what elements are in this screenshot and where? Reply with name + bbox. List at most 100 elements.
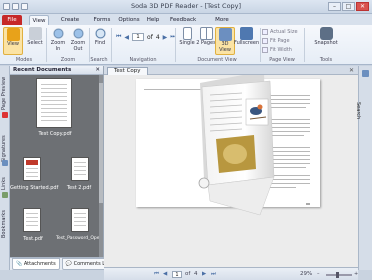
fit-page-button[interactable]: Fit Page: [262, 37, 290, 44]
tab-options[interactable]: Options: [118, 15, 140, 25]
bookmark-icon: [2, 192, 8, 198]
zoom-out-icon: [71, 27, 85, 40]
zoom-in-button[interactable]: Zoom In: [48, 27, 68, 55]
find-icon: [93, 27, 107, 40]
panel-header: Recent Documents ✕: [10, 66, 103, 75]
close-panel-icon[interactable]: ✕: [95, 66, 100, 75]
snapshot-button[interactable]: Snapshot: [313, 27, 339, 55]
document-tab-bar: Test Copy ✕: [104, 66, 358, 75]
text-select-icon: [28, 27, 42, 40]
recent-doc-name[interactable]: Getting Started.pdf: [10, 185, 58, 191]
hand-icon: [6, 28, 20, 41]
group-label-tools: Tools: [319, 57, 333, 63]
3d-view-icon: [218, 28, 232, 41]
recent-doc-name[interactable]: Test.pdf: [10, 236, 56, 242]
bird-head: [257, 104, 263, 110]
fit-width-button[interactable]: Fit Width: [262, 46, 292, 53]
signature-icon: [2, 112, 8, 118]
panel-scrollbar[interactable]: [99, 75, 103, 257]
fullscreen-icon: [239, 27, 253, 40]
tab-signatures[interactable]: Signatures: [0, 112, 10, 166]
single-page-icon: [182, 27, 192, 40]
view-mode-button[interactable]: View: [3, 27, 23, 55]
tab-forms[interactable]: Forms: [92, 15, 112, 25]
prev-page-icon[interactable]: ◀: [124, 34, 129, 41]
tab-feedback[interactable]: Feedback: [170, 15, 196, 25]
left-panel-bottom-tabs: 📎 Attachments 💬 Comments List: [10, 257, 116, 270]
tab-bookmarks[interactable]: Bookmarks: [0, 192, 10, 242]
two-pages-button[interactable]: 2 Pages: [196, 27, 216, 55]
recent-doc-thumbnail[interactable]: [23, 208, 41, 232]
group-separator: [260, 28, 261, 62]
window-controls: – □ ✕: [328, 2, 369, 11]
search-icon[interactable]: [362, 70, 369, 77]
actual-size-button[interactable]: Actual Size: [262, 28, 298, 35]
group-label-modes: Modes: [15, 57, 33, 63]
recent-doc-thumbnail[interactable]: [36, 78, 72, 128]
minimize-button[interactable]: –: [328, 2, 341, 11]
first-page-icon[interactable]: ⏮: [154, 271, 159, 278]
recent-doc-name[interactable]: Test Copy.pdf: [20, 131, 90, 137]
zoom-slider-thumb[interactable]: [336, 272, 339, 278]
group-label-document-view: Document View: [197, 57, 237, 63]
recent-doc-name[interactable]: Test_Password_Open File: [56, 236, 111, 241]
ribbon-tabs: File View Create PDF Forms Options Help …: [0, 14, 372, 33]
page-number-input[interactable]: 1: [132, 33, 145, 41]
right-side-tabs: Search: [355, 66, 372, 270]
first-page-icon[interactable]: ⏮: [116, 33, 121, 41]
fullscreen-button[interactable]: Fullscreen: [234, 27, 259, 55]
fit-width-icon: [262, 46, 268, 53]
recent-doc-thumbnail[interactable]: [23, 157, 41, 181]
group-separator: [46, 28, 47, 62]
actual-size-icon: [262, 28, 268, 35]
drag-handle-icon[interactable]: [198, 177, 210, 189]
link-icon: [2, 160, 8, 166]
zoom-in-icon[interactable]: +: [354, 271, 358, 277]
next-page-icon[interactable]: ▶: [163, 34, 168, 41]
prev-page-icon[interactable]: ◀: [163, 271, 167, 277]
group-label-zoom: Zoom: [60, 57, 76, 63]
tab-create-pdf[interactable]: Create PDF: [55, 15, 85, 33]
status-page-input[interactable]: 1: [172, 271, 182, 278]
scroll-thumb[interactable]: [99, 83, 103, 203]
tab-more-features[interactable]: More features: [203, 15, 241, 33]
recent-doc-name[interactable]: Test 2.pdf: [58, 185, 100, 191]
last-page-icon[interactable]: ⏭: [211, 271, 216, 278]
fit-page-icon: [262, 37, 268, 44]
tab-help[interactable]: Help: [146, 15, 160, 25]
page-flip: [198, 75, 275, 216]
title-bar: Soda 3D PDF Reader - [Test Copy] – □ ✕: [0, 0, 372, 14]
group-separator: [304, 28, 305, 62]
two-pages-icon: [199, 27, 213, 40]
single-page-button[interactable]: Single: [177, 27, 197, 55]
document-logo: [26, 160, 38, 165]
group-label-page-view: Page View: [269, 57, 295, 63]
close-button[interactable]: ✕: [356, 2, 369, 11]
window-title: Soda 3D PDF Reader - [Test Copy]: [130, 2, 242, 10]
zoom-out-icon[interactable]: –: [317, 271, 320, 277]
tab-view[interactable]: View: [29, 15, 49, 25]
document-view[interactable]: [104, 75, 358, 267]
ribbon: View Select Modes Zoom In Zoom Out Zoom …: [0, 25, 372, 65]
tab-links[interactable]: Links: [0, 160, 10, 194]
document-tab[interactable]: Test Copy: [107, 67, 148, 75]
zoom-out-button[interactable]: Zoom Out: [68, 27, 88, 55]
camera-icon: [319, 27, 333, 40]
maximize-button[interactable]: □: [342, 2, 355, 11]
close-document-icon[interactable]: ✕: [349, 67, 354, 74]
zoom-slider[interactable]: [326, 272, 352, 278]
tab-attachments[interactable]: 📎 Attachments: [12, 258, 60, 270]
3d-view-button[interactable]: 3D View: [215, 27, 235, 55]
recent-documents-list: Test Copy.pdf Getting Started.pdf Test 2…: [10, 75, 111, 257]
gold-image-center: [223, 144, 247, 164]
recent-doc-thumbnail[interactable]: [71, 208, 89, 232]
tab-page-preview[interactable]: Page Preview: [0, 66, 10, 114]
tab-file[interactable]: File: [2, 15, 22, 25]
next-page-icon[interactable]: ▶: [202, 271, 206, 277]
find-button[interactable]: Find: [90, 27, 110, 55]
page-navigation: ⏮ ◀ 1 of 4 ▶ ⏭: [116, 33, 176, 41]
recent-doc-thumbnail[interactable]: [71, 157, 89, 181]
select-button[interactable]: Select: [25, 27, 45, 55]
tab-search[interactable]: Search: [355, 102, 361, 119]
group-label-search: Search: [90, 57, 108, 63]
